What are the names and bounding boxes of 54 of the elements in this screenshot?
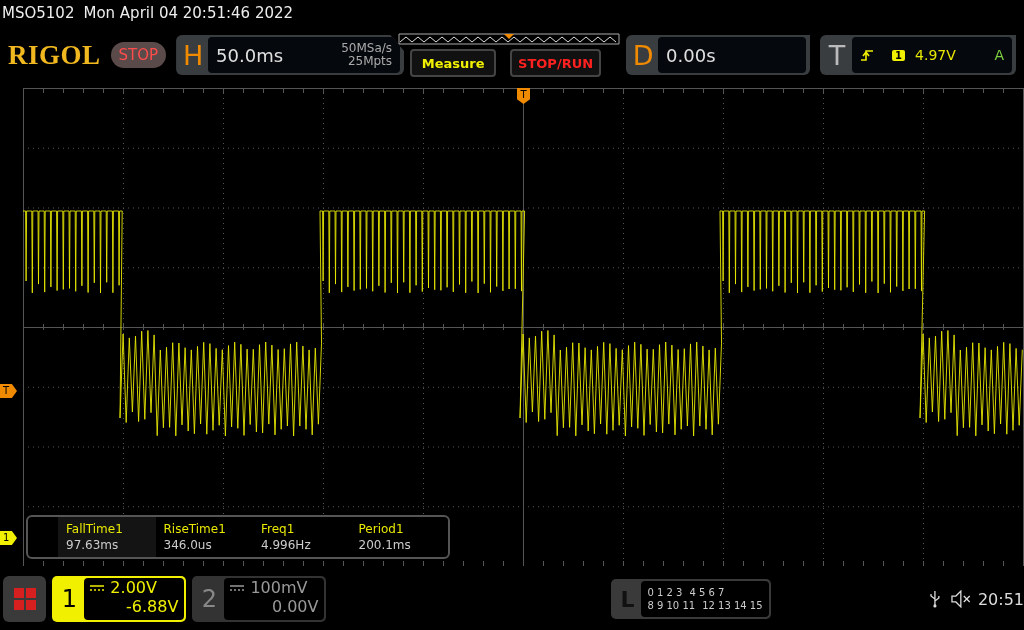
muted-speaker-icon <box>950 590 972 608</box>
menu-button[interactable] <box>3 576 47 622</box>
measure-button[interactable]: Measure <box>410 49 497 77</box>
usb-icon <box>930 590 941 608</box>
measurement-value: 4.996Hz <box>261 538 312 552</box>
dc-coupling-icon <box>90 584 105 591</box>
delay-panel[interactable]: D 0.00s <box>626 35 811 75</box>
measurement-name: Period1 <box>358 522 405 536</box>
waveform-overview-icon <box>398 33 621 45</box>
channel-marker[interactable]: 1 <box>0 531 17 545</box>
trigger-level: 4.97V <box>915 47 956 63</box>
measurement-value: 97.63ms <box>66 538 120 552</box>
horizontal-panel[interactable]: H 50.0ms 50MSa/s 25Mpts <box>176 35 405 75</box>
measurement-name: FallTime1 <box>66 522 124 536</box>
memory-depth: 25Mpts <box>347 55 393 68</box>
measurement-value: 200.1ms <box>358 538 412 552</box>
channel-number: 1 <box>60 584 78 615</box>
delay-value: 0.00s <box>666 44 716 66</box>
trigger-level-marker[interactable]: T <box>0 384 17 398</box>
clock-time: 20:51 <box>977 589 1024 609</box>
trigger-mode: A <box>994 47 1005 63</box>
measurement-name: RiseTime1 <box>163 522 227 536</box>
rising-edge-icon <box>860 48 875 62</box>
vertical-scale: 100mV <box>250 578 308 597</box>
measurement-name: Freq1 <box>261 522 296 536</box>
logic-channel-numbers: 8 9 10 11 <box>647 600 696 611</box>
sample-rate: 50MSa/s <box>341 42 393 55</box>
channel-number: 2 <box>200 584 219 615</box>
logic-channel-numbers: 12 13 14 15 <box>702 600 763 611</box>
measurement-item[interactable]: Period1 200.1ms <box>350 517 448 557</box>
trigger-panel[interactable]: T 1 4.97V A <box>820 35 1017 75</box>
vertical-offset: -6.88V <box>126 597 179 616</box>
model-name: MSO5102 <box>2 4 75 22</box>
trigger-source-badge: 1 <box>892 49 906 61</box>
dc-coupling-icon <box>230 584 245 591</box>
measurement-item[interactable]: RiseTime1 346.0us <box>155 517 253 557</box>
logic-channel-numbers: 0 1 2 3 <box>647 587 683 598</box>
channel-panel[interactable]: 2 100mV 0.00V <box>192 576 327 622</box>
stop-run-button[interactable]: STOP/RUN <box>510 49 602 77</box>
measurement-item[interactable]: Freq1 4.996Hz <box>253 517 351 557</box>
logic-channel-numbers: 4 5 6 7 <box>689 587 725 598</box>
timebase-value: 50.0ms <box>216 44 284 66</box>
brand-logo: RIGOL <box>8 39 101 71</box>
date-time: Mon April 04 20:51:46 2022 <box>83 4 294 22</box>
delay-label: D <box>631 38 655 73</box>
trigger-position-marker[interactable]: T <box>517 88 530 104</box>
vertical-scale: 2.00V <box>110 578 157 597</box>
channel-panel[interactable]: 1 2.00V -6.88V <box>52 576 187 622</box>
vertical-offset: 0.00V <box>271 597 319 616</box>
horizontal-label: H <box>181 38 205 73</box>
grid-squares-icon <box>13 588 36 610</box>
measurement-item[interactable]: FallTime1 97.63ms <box>58 517 156 557</box>
measurement-value: 346.0us <box>163 538 213 552</box>
trigger-label: T <box>827 38 847 73</box>
